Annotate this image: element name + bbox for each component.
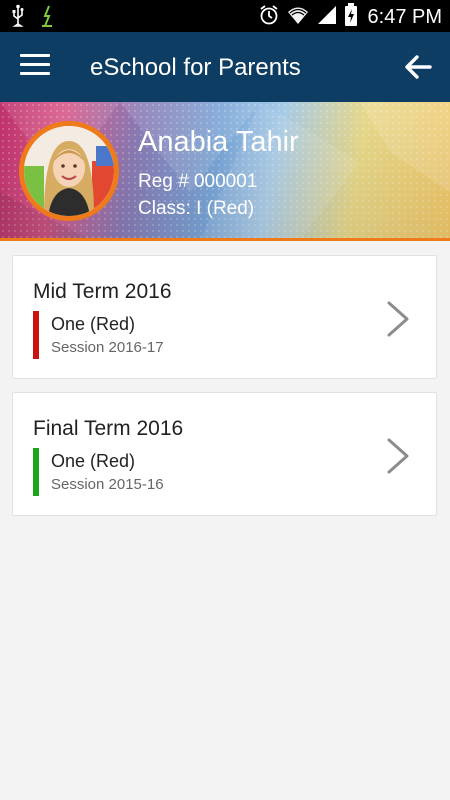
- battery-charging-icon: [344, 3, 358, 32]
- term-status-bar: [33, 311, 39, 359]
- student-avatar: [19, 121, 119, 221]
- download-icon: [40, 4, 54, 33]
- chevron-right-icon[interactable]: [386, 300, 410, 338]
- term-session: Session 2015-16: [51, 476, 164, 493]
- student-name: Anabia Tahir: [138, 126, 299, 158]
- app-title: eSchool for Parents: [90, 54, 301, 81]
- term-session: Session 2016-17: [51, 339, 164, 356]
- status-bar-system: 6:47 PM: [258, 3, 442, 32]
- profile-divider: [0, 238, 450, 241]
- status-time: 6:47 PM: [367, 6, 442, 28]
- chevron-right-icon[interactable]: [386, 437, 410, 475]
- wifi-icon: [286, 4, 310, 31]
- term-card-mid-term[interactable]: Mid Term 2016 One (Red) Session 2016-17: [12, 255, 437, 379]
- term-class: One (Red): [51, 314, 136, 334]
- usb-icon: [10, 4, 26, 33]
- term-class: One (Red): [51, 451, 136, 471]
- student-reg-number: Reg # 000001: [138, 171, 258, 192]
- term-title: Final Term 2016: [33, 417, 184, 440]
- signal-icon: [316, 4, 338, 31]
- term-title: Mid Term 2016: [33, 280, 172, 303]
- status-bar: 6:47 PM: [0, 0, 450, 32]
- arrow-back-icon[interactable]: [402, 50, 436, 84]
- hamburger-menu-icon[interactable]: [20, 54, 50, 80]
- status-bar-notifications: [10, 4, 54, 33]
- term-card-final-term[interactable]: Final Term 2016 One (Red) Session 2015-1…: [12, 392, 437, 516]
- student-class: Class: I (Red): [138, 198, 255, 219]
- term-status-bar: [33, 448, 39, 496]
- alarm-icon: [258, 4, 280, 31]
- app-bar: eSchool for Parents: [0, 32, 450, 102]
